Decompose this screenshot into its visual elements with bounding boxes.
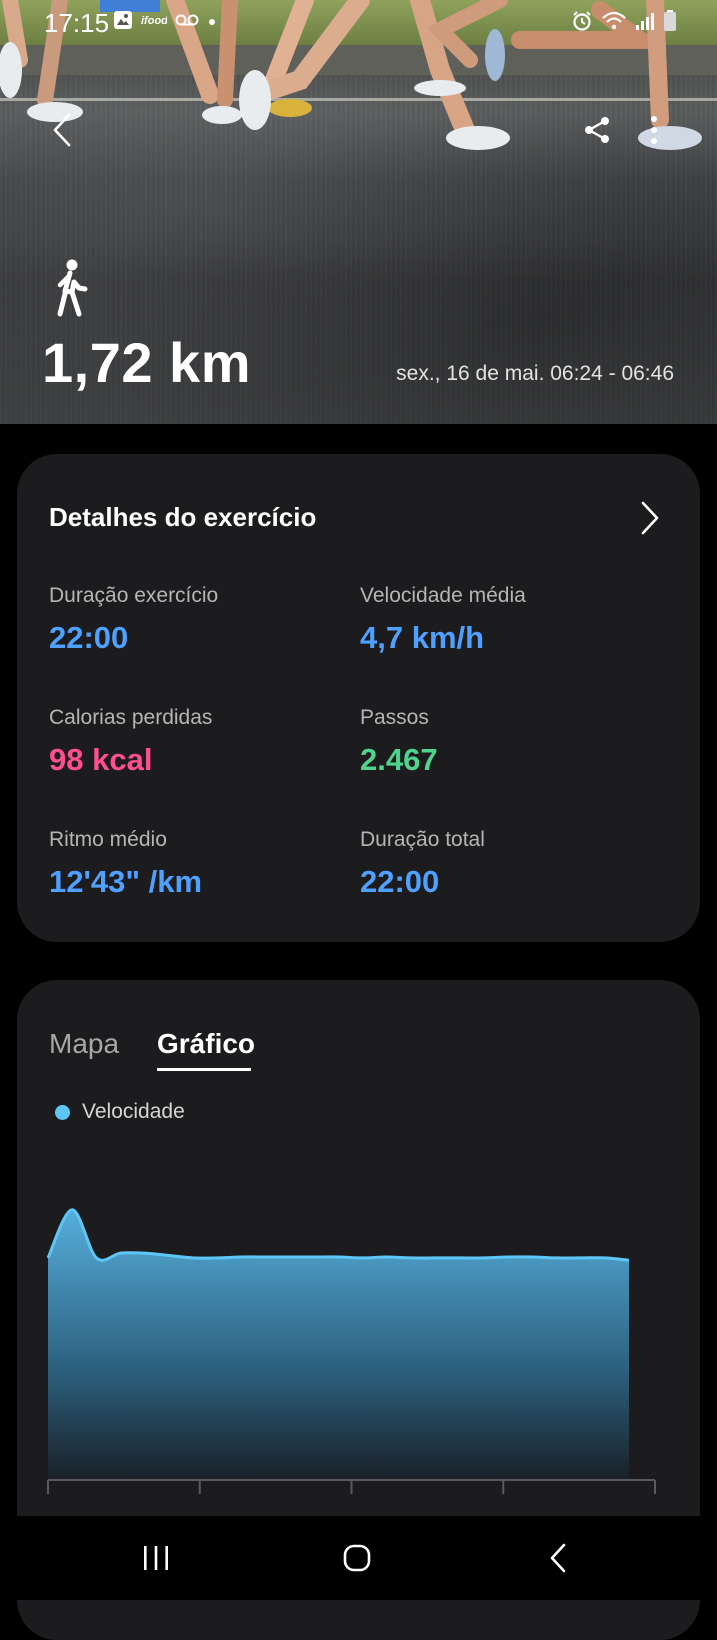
stat-label: Duração exercício [49,584,219,607]
share-icon [585,117,609,143]
nav-back-button[interactable] [528,1536,588,1580]
stat-steps: Passos 2.467 [360,706,438,778]
share-button[interactable] [575,108,619,152]
stat-value: 98 kcal [49,742,153,777]
stat-label: Calorias perdidas [49,706,213,729]
stat-exercise-duration: Duração exercício 22:00 [49,584,218,656]
stat-value: 2.467 [360,742,438,777]
back-arrow-icon [53,113,71,147]
gallery-icon [113,10,133,35]
stat-total-duration: Duração total 22:00 [360,828,485,900]
stat-average-speed: Velocidade média 4,7 km/h [360,584,526,656]
system-navigation-bar [0,1516,717,1600]
recent-apps-button[interactable] [126,1536,186,1580]
walking-icon [57,259,88,317]
activity-date-range: sex., 16 de mai. 06:24 - 06:46 [396,362,674,385]
stat-average-pace: Ritmo médio 12'43" /km [49,828,202,900]
stat-label: Duração total [360,828,485,851]
card-title: Detalhes do exercício [49,502,317,532]
home-button[interactable] [327,1536,387,1580]
stat-value: 4,7 km/h [360,620,485,655]
voicemail-icon [175,13,199,32]
svg-text:ifood: ifood [141,15,167,27]
speed-series-line [46,1208,630,1262]
dot-icon [207,14,217,32]
stat-label: Ritmo médio [49,828,167,851]
status-time: 17:15 [44,8,110,38]
stat-value: 12'43" /km [49,864,203,899]
distance-value: 1,72 km [42,331,251,394]
signal-icon [635,11,655,36]
stat-calories: Calorias perdidas 98 kcal [49,706,212,778]
stat-value: 22:00 [49,620,129,655]
stat-value: 22:00 [360,864,440,899]
exercise-details-card[interactable]: Detalhes do exercício Duração exercício … [17,454,700,942]
chevron-right-icon[interactable] [638,500,662,536]
recent-apps-icon [144,1546,168,1570]
alarm-icon [571,10,593,37]
wifi-icon [601,10,627,37]
status-right-icons [571,10,677,37]
battery-icon [663,10,677,37]
app-notification-icon: ifood [141,12,168,33]
speed-area-chart [46,1208,656,1494]
back-button[interactable] [40,108,84,152]
status-bar: 17:15 ifood [0,0,717,44]
status-left-icons: ifood [113,10,217,35]
stat-label: Passos [360,706,429,729]
more-options-button[interactable] [632,108,676,152]
more-vertical-icon [651,116,657,144]
home-icon [343,1544,371,1572]
speed-area-fill [48,1209,629,1480]
stat-label: Velocidade média [360,584,526,607]
nav-back-icon [550,1543,566,1573]
